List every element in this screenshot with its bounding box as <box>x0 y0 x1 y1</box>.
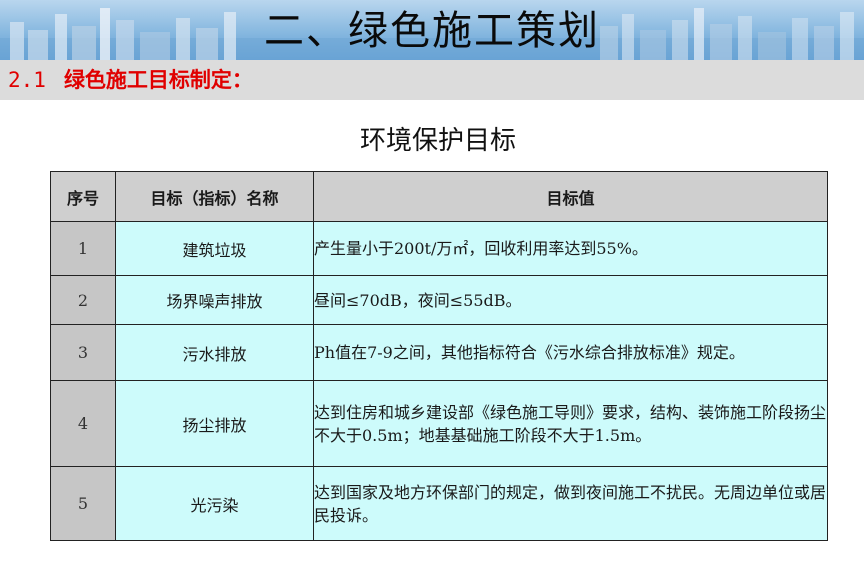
column-header-value: 目标值 <box>313 171 828 222</box>
goal-value: 产生量小于200t/万㎡，回收利用率达到55%。 <box>313 221 828 276</box>
column-header-name: 目标（指标）名称 <box>115 171 314 222</box>
table-header-row: 序号 目标（指标）名称 目标值 <box>50 171 828 222</box>
goal-name: 扬尘排放 <box>115 380 314 467</box>
goal-value: Ph值在7-9之间，其他指标符合《污水综合排放标准》规定。 <box>313 324 828 381</box>
row-number: 3 <box>50 324 116 381</box>
column-header-number: 序号 <box>50 171 116 222</box>
section-number: 2.1 <box>8 68 46 92</box>
goal-name: 场界噪声排放 <box>115 275 314 325</box>
row-number: 2 <box>50 275 116 325</box>
goal-value: 达到国家及地方环保部门的规定，做到夜间施工不扰民。无周边单位或居民投诉。 <box>313 466 828 541</box>
table-row: 3 污水排放 Ph值在7-9之间，其他指标符合《污水综合排放标准》规定。 <box>50 324 828 381</box>
goal-name: 光污染 <box>115 466 314 541</box>
table-row: 4 扬尘排放 达到住房和城乡建设部《绿色施工导则》要求，结构、装饰施工阶段扬尘不… <box>50 380 828 467</box>
section-title-text: 绿色施工目标制定： <box>63 68 253 92</box>
page-title: 二、绿色施工策划 <box>264 8 600 54</box>
table-row: 5 光污染 达到国家及地方环保部门的规定，做到夜间施工不扰民。无周边单位或居民投… <box>50 466 828 541</box>
row-number: 4 <box>50 380 116 467</box>
table-row: 2 场界噪声排放 昼间≤70dB，夜间≤55dB。 <box>50 275 828 325</box>
goal-value: 达到住房和城乡建设部《绿色施工导则》要求，结构、装饰施工阶段扬尘不大于0.5m；… <box>313 380 828 467</box>
goal-value: 昼间≤70dB，夜间≤55dB。 <box>313 275 828 325</box>
section-bar: 2.1 绿色施工目标制定： <box>0 60 864 100</box>
goal-name: 污水排放 <box>115 324 314 381</box>
table-title: 环境保护目标 <box>359 126 516 156</box>
row-number: 5 <box>50 466 116 541</box>
header-banner: 二、绿色施工策划 <box>0 0 864 60</box>
environmental-goals-table: 序号 目标（指标）名称 目标值 1 建筑垃圾 产生量小于200t/万㎡，回收利用… <box>50 171 828 541</box>
table-row: 1 建筑垃圾 产生量小于200t/万㎡，回收利用率达到55%。 <box>50 221 828 276</box>
section-heading: 2.1 绿色施工目标制定： <box>8 60 253 100</box>
goal-name: 建筑垃圾 <box>115 221 314 276</box>
row-number: 1 <box>50 221 116 276</box>
